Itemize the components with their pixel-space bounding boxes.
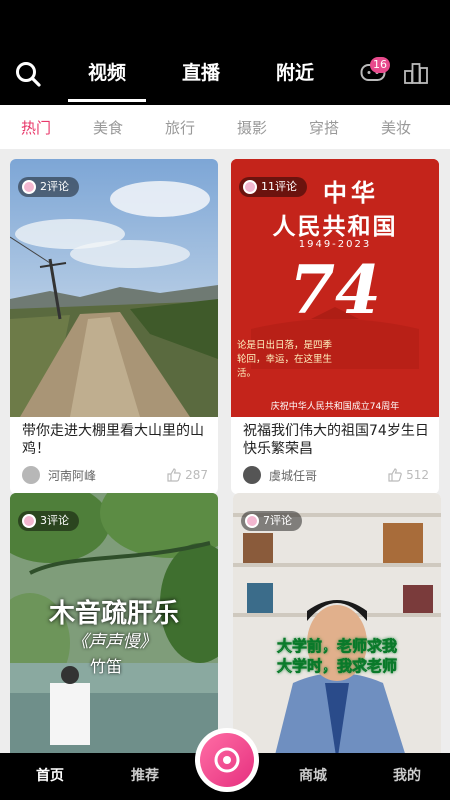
poster-line1: 中华: [323, 178, 379, 207]
top-tabs: 视频 直播 附近: [60, 58, 342, 102]
like-button[interactable]: 512: [388, 468, 429, 482]
message-badge: 16: [370, 57, 390, 73]
video-thumbnail[interactable]: 大学前，老师求我 大学时，我求老师: [233, 493, 441, 753]
comment-count: 2评论: [40, 180, 69, 193]
nav-mall[interactable]: 商城: [278, 753, 348, 800]
author-name[interactable]: 河南阿峰: [48, 467, 167, 484]
poster-number: 74: [289, 251, 381, 329]
tab-video[interactable]: 视频: [60, 58, 154, 102]
poster-line1: 大学前，老师求我: [276, 637, 398, 656]
category-photography[interactable]: 摄影: [216, 117, 288, 138]
comment-icon: [245, 514, 259, 528]
ranking-icon[interactable]: [403, 62, 429, 84]
category-hot[interactable]: 热门: [0, 117, 72, 138]
comment-count: 7评论: [263, 514, 292, 527]
category-outfit[interactable]: 穿搭: [288, 117, 360, 138]
poster-line2: 《声声慢》: [71, 632, 157, 652]
video-meta: 河南阿峰 287: [22, 466, 208, 484]
category-food[interactable]: 美食: [72, 117, 144, 138]
video-card[interactable]: 大学前，老师求我 大学时，我求老师 7评论: [233, 493, 441, 753]
poster-line1: 木音疏肝乐: [48, 599, 179, 629]
comment-count-badge: 7评论: [241, 511, 302, 531]
camera-button[interactable]: [195, 728, 259, 792]
author-name[interactable]: 虞城任哥: [269, 467, 388, 484]
video-card[interactable]: 中华 人民共和国 1949-2023 74 论是日出日落，是四季轮回，幸运，在这…: [231, 159, 439, 494]
nav-recommend[interactable]: 推荐: [110, 753, 180, 800]
thumb-up-icon: [167, 468, 181, 482]
like-count: 512: [406, 468, 429, 482]
video-thumbnail[interactable]: [10, 159, 218, 417]
video-title[interactable]: 祝福我们伟大的祖国74岁生日快乐繁荣昌: [243, 422, 429, 458]
comment-count-badge: 3评论: [18, 511, 79, 531]
tab-live[interactable]: 直播: [154, 58, 248, 92]
camera-icon: [200, 733, 254, 787]
like-count: 287: [185, 468, 208, 482]
nav-me[interactable]: 我的: [372, 753, 442, 800]
comment-icon: [243, 180, 257, 194]
top-bar: 视频 直播 附近 16: [0, 0, 450, 105]
video-card[interactable]: 2评论 带你走进大棚里看大山里的山鸡！ 河南阿峰 287: [10, 159, 218, 494]
category-makeup[interactable]: 美妆: [360, 117, 432, 138]
category-bar: 热门 美食 旅行 摄影 穿搭 美妆: [0, 105, 450, 149]
category-travel[interactable]: 旅行: [144, 117, 216, 138]
poster-line2: 大学时，我求老师: [276, 657, 398, 676]
search-icon[interactable]: [14, 60, 42, 88]
poster-slogan: 论是日出日落，是四季轮回，幸运，在这里生活。: [237, 340, 333, 379]
video-card[interactable]: 木音疏肝乐 《声声慢》 竹笛 3评论: [10, 493, 218, 753]
comment-count: 3评论: [40, 514, 69, 527]
like-button[interactable]: 287: [167, 468, 208, 482]
comment-icon: [22, 180, 36, 194]
comment-count: 11评论: [261, 180, 297, 193]
tab-nearby[interactable]: 附近: [248, 58, 342, 92]
video-title[interactable]: 带你走进大棚里看大山里的山鸡！: [22, 422, 208, 458]
thumb-up-icon: [388, 468, 402, 482]
comment-count-badge: 2评论: [18, 177, 79, 197]
comment-icon: [22, 514, 36, 528]
poster-line3: 竹笛: [90, 657, 123, 676]
video-thumbnail[interactable]: 中华 人民共和国 1949-2023 74 论是日出日落，是四季轮回，幸运，在这…: [231, 159, 439, 417]
video-thumbnail[interactable]: 木音疏肝乐 《声声慢》 竹笛: [10, 493, 218, 753]
nav-home[interactable]: 首页: [15, 753, 85, 800]
poster-line2: 人民共和国: [272, 213, 398, 240]
video-feed: 2评论 带你走进大棚里看大山里的山鸡！ 河南阿峰 287 中华 人民共和国 19…: [0, 149, 450, 753]
poster-years: 1949-2023: [298, 239, 372, 250]
poster-footer: 庆祝中华人民共和国成立74周年: [270, 402, 400, 412]
avatar[interactable]: [243, 466, 261, 484]
avatar[interactable]: [22, 466, 40, 484]
video-meta: 虞城任哥 512: [243, 466, 429, 484]
comment-count-badge: 11评论: [239, 177, 307, 197]
